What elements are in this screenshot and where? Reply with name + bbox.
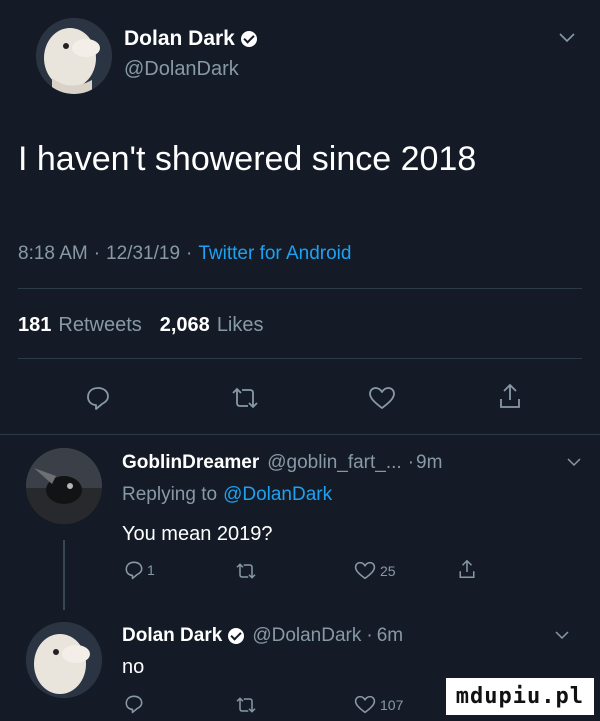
thread-line bbox=[63, 540, 65, 610]
reply-avatar[interactable] bbox=[26, 448, 102, 524]
like-count: 25 bbox=[380, 562, 396, 579]
tweet-client-link[interactable]: Twitter for Android bbox=[198, 243, 351, 265]
chevron-down-icon[interactable] bbox=[554, 630, 570, 641]
divider bbox=[18, 358, 582, 359]
retweet-icon[interactable] bbox=[229, 386, 261, 410]
reply-author-handle[interactable]: @DolanDark bbox=[252, 625, 361, 647]
divider bbox=[0, 434, 600, 435]
verified-icon bbox=[228, 628, 245, 644]
replying-to-label: Replying to bbox=[122, 484, 218, 505]
author-name[interactable]: Dolan Dark bbox=[124, 27, 235, 51]
retweets-label[interactable]: Retweets bbox=[58, 314, 141, 337]
tweet-date: 12/31/19 bbox=[106, 243, 181, 264]
reply-author-name[interactable]: GoblinDreamer bbox=[122, 452, 259, 474]
reply-icon[interactable] bbox=[124, 560, 144, 580]
reply-text: no bbox=[122, 656, 145, 678]
tweet-time: 8:18 AM bbox=[18, 243, 88, 264]
avatar[interactable] bbox=[36, 18, 112, 94]
share-icon[interactable] bbox=[458, 558, 476, 580]
reply-author-handle[interactable]: @goblin_fart_... bbox=[267, 452, 401, 474]
chevron-down-icon[interactable] bbox=[566, 457, 582, 468]
retweet-icon[interactable] bbox=[234, 562, 258, 580]
like-icon[interactable] bbox=[354, 561, 376, 580]
reply-time: 9m bbox=[416, 452, 443, 473]
like-icon[interactable] bbox=[368, 386, 396, 410]
reply-author-name[interactable]: Dolan Dark bbox=[122, 625, 222, 647]
like-count: 107 bbox=[380, 696, 404, 713]
retweet-icon[interactable] bbox=[234, 696, 258, 714]
tweet-stats: 181 Retweets 2,068 Likes bbox=[18, 314, 264, 337]
like-icon[interactable] bbox=[354, 695, 376, 714]
likes-count[interactable]: 2,068 bbox=[160, 314, 210, 337]
replying-to-handle[interactable]: @DolanDark bbox=[223, 484, 332, 506]
reply-avatar[interactable] bbox=[26, 622, 102, 698]
tweet-text: I haven't showered since 2018 bbox=[18, 140, 477, 178]
tweet-meta: 8:18 AM · 12/31/19 · Twitter for Android bbox=[18, 243, 352, 265]
reply-icon[interactable] bbox=[85, 385, 111, 411]
retweets-count[interactable]: 181 bbox=[18, 314, 51, 337]
reply-time: 6m bbox=[376, 625, 404, 646]
watermark: mdupiu.pl bbox=[445, 678, 594, 715]
author-handle[interactable]: @DolanDark bbox=[124, 58, 239, 81]
verified-icon bbox=[240, 31, 257, 47]
share-icon[interactable] bbox=[498, 382, 522, 410]
chevron-down-icon[interactable] bbox=[558, 32, 576, 44]
reply-count: 1 bbox=[147, 562, 155, 578]
divider bbox=[18, 288, 582, 289]
likes-label[interactable]: Likes bbox=[217, 314, 264, 337]
reply-icon[interactable] bbox=[124, 694, 144, 714]
reply-text: You mean 2019? bbox=[122, 523, 273, 545]
